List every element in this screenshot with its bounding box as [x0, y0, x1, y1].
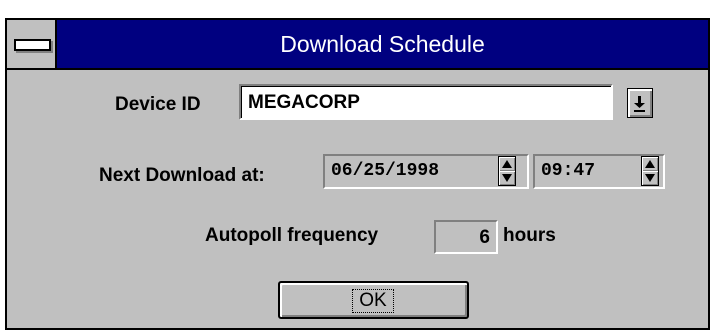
download-schedule-dialog: Download Schedule Device ID MEGACORP Nex…	[5, 18, 710, 330]
device-id-dropdown-button[interactable]	[627, 88, 653, 118]
date-spin-up[interactable]	[499, 157, 515, 171]
title-bar[interactable]: Download Schedule	[7, 20, 708, 70]
system-menu-icon	[14, 39, 51, 51]
ok-button[interactable]: OK	[278, 281, 469, 319]
autopoll-unit-label: hours	[503, 225, 556, 246]
device-id-value: MEGACORP	[241, 86, 611, 118]
autopoll-frequency-field[interactable]: 6	[434, 220, 498, 254]
spin-up-arrow-icon	[502, 160, 512, 168]
time-spinner[interactable]	[641, 156, 659, 186]
device-id-field[interactable]: MEGACORP	[239, 84, 613, 120]
next-download-label: Next Download at:	[99, 165, 265, 186]
autopoll-frequency-value: 6	[479, 227, 490, 248]
time-spin-up[interactable]	[642, 157, 658, 171]
dialog-title: Download Schedule	[280, 31, 485, 57]
spin-down-arrow-icon	[645, 174, 655, 182]
date-spin-down[interactable]	[499, 171, 515, 185]
device-id-label: Device ID	[115, 94, 201, 115]
ok-button-label: OK	[352, 289, 394, 313]
autopoll-frequency-label: Autopoll frequency	[205, 225, 379, 246]
spin-down-arrow-icon	[502, 174, 512, 182]
system-menu-button[interactable]	[7, 20, 57, 68]
date-spinner[interactable]	[498, 156, 516, 186]
time-spin-down[interactable]	[642, 171, 658, 185]
down-arrow-icon	[634, 96, 645, 112]
spin-up-arrow-icon	[645, 160, 655, 168]
